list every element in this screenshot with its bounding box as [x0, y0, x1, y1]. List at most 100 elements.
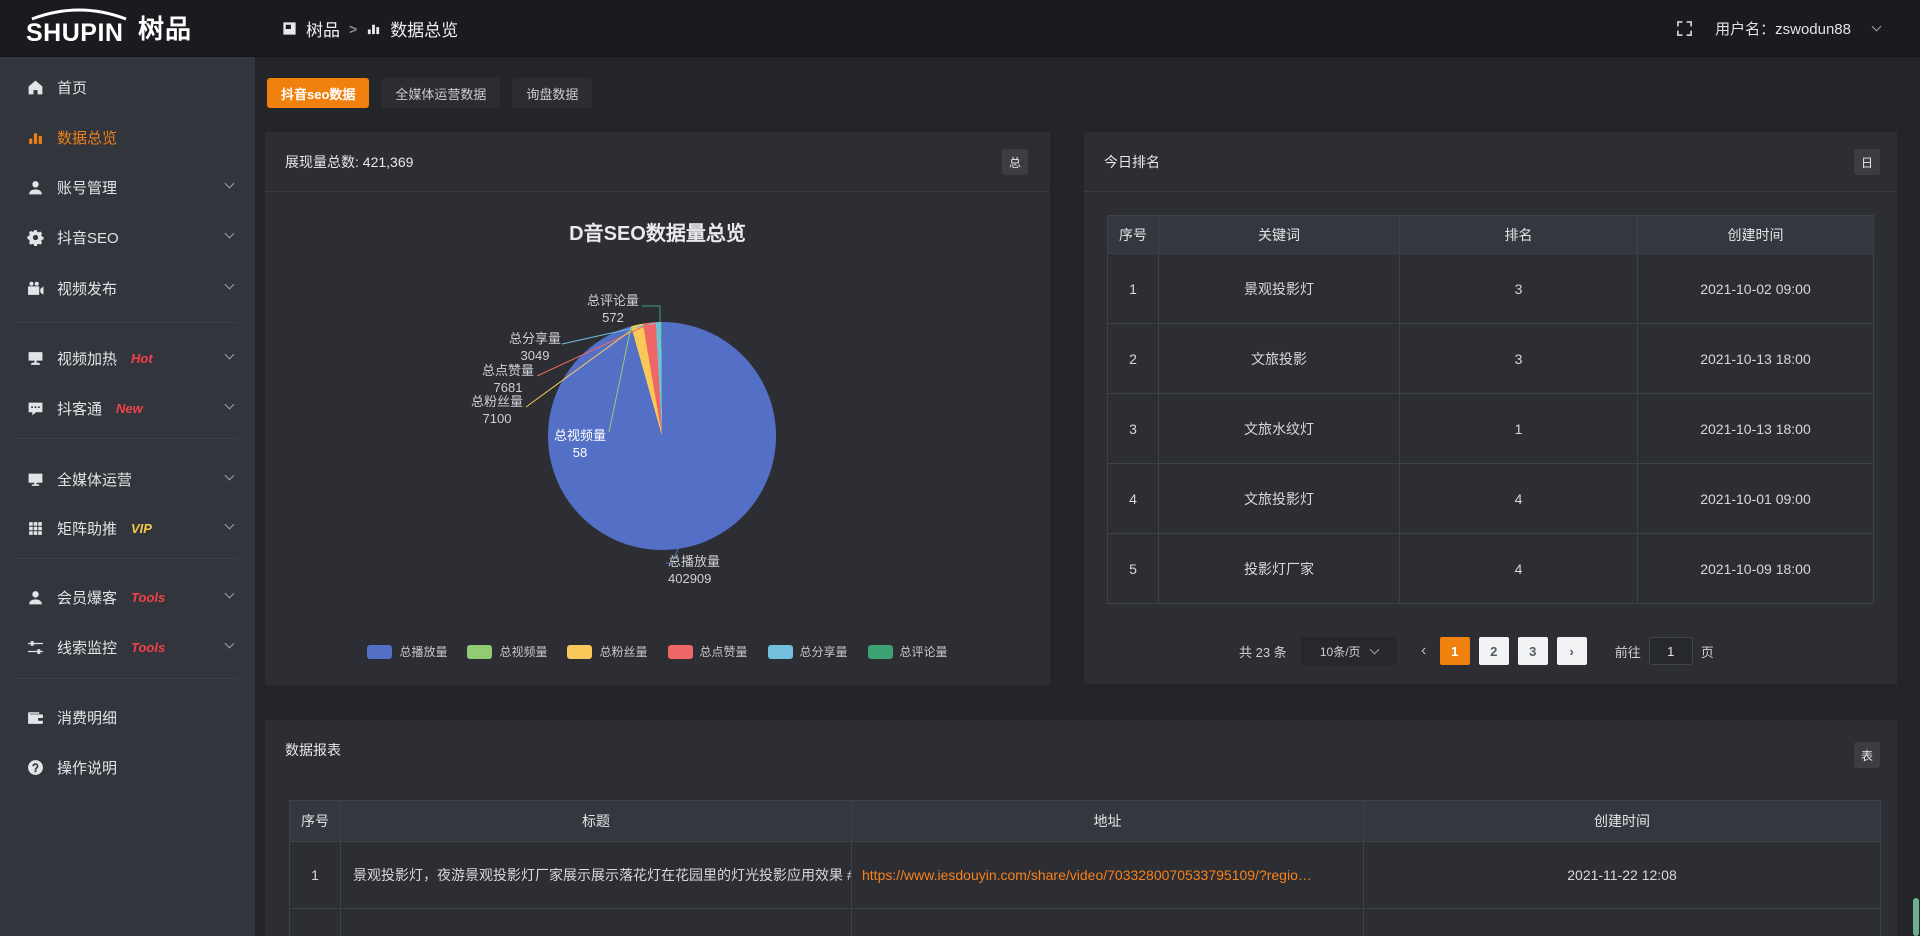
app-logo[interactable]: SHUPIN 树品 [25, 8, 192, 46]
prev-page-button[interactable]: ‹ [1417, 642, 1431, 660]
gear-icon [27, 229, 44, 246]
legend-item-videos[interactable]: 总视频量 [467, 643, 547, 660]
legend-swatch [668, 645, 693, 659]
breadcrumb-app-icon [282, 21, 297, 36]
logo-brand-text: SHUPIN [26, 19, 123, 46]
tab-douyin-seo-data[interactable]: 抖音seo数据 [267, 78, 369, 108]
chevron-down-icon [225, 179, 235, 189]
topbar: SHUPIN 树品 树品 > 数据总览 用户名：zswodun88 [0, 0, 1920, 57]
logo-suffix: 树品 [138, 12, 192, 46]
page-scrollbar-thumb[interactable] [1913, 898, 1919, 936]
tools-badge: Tools [131, 640, 165, 655]
table-row[interactable]: 5投影灯厂家 42021-10-09 18:00 [1108, 534, 1874, 604]
sidebar-item-label: 线索监控 [57, 637, 117, 658]
breadcrumb-chart-icon [366, 21, 381, 36]
chevron-down-icon [225, 639, 235, 649]
col-title: 标题 [341, 801, 852, 842]
sidebar-item-label: 视频加热 [57, 348, 117, 369]
fullscreen-icon[interactable] [1676, 20, 1693, 37]
sidebar-item-data-overview[interactable]: 数据总览 [0, 117, 255, 157]
sidebar-item-doukentong[interactable]: 抖客通 New [0, 388, 255, 428]
legend-swatch [467, 645, 492, 659]
tab-media-operation-data[interactable]: 全媒体运营数据 [381, 78, 500, 108]
sidebar-item-member-burst[interactable]: 会员爆客 Tools [0, 577, 255, 617]
table-row[interactable]: 1 景观投影灯，夜游景观投影灯厂家展示展示落花灯在花园里的灯光投影应用效果 # … [290, 842, 1881, 909]
report-video-link[interactable]: https://www.iesdouyin.com/share/video/70… [852, 842, 1364, 909]
table-row-partial[interactable] [290, 909, 1881, 936]
sidebar-item-matrix-boost[interactable]: 矩阵助推 VIP [0, 508, 255, 548]
col-seq: 序号 [290, 801, 341, 842]
monitor-icon [27, 471, 44, 488]
legend-label: 总分享量 [800, 643, 848, 660]
legend-item-fans[interactable]: 总粉丝量 [567, 643, 647, 660]
sidebar-item-consumption-detail[interactable]: 消费明细 [0, 697, 255, 737]
tools-badge: Tools [131, 590, 165, 605]
sidebar-item-label: 账号管理 [57, 177, 117, 198]
sidebar-item-instructions[interactable]: 操作说明 [0, 747, 255, 787]
legend-label: 总评论量 [900, 643, 948, 660]
sidebar-item-account[interactable]: 账号管理 [0, 167, 255, 207]
legend-item-comments[interactable]: 总评论量 [868, 643, 948, 660]
col-keyword: 关键词 [1159, 216, 1400, 254]
data-report-panel: 数据报表 表 序号 标题 地址 创建时间 1 景观投影灯，夜游景观投影灯厂家展示… [265, 720, 1897, 936]
chevron-down-icon [225, 229, 235, 239]
username-label[interactable]: 用户名：zswodun88 [1715, 18, 1851, 39]
ranking-table-header-row: 序号 关键词 排名 创建时间 [1108, 216, 1874, 254]
legend-swatch [768, 645, 793, 659]
logo-brand-icon: SHUPIN [25, 8, 133, 46]
sidebar-item-video-publish[interactable]: 视频发布 [0, 268, 255, 308]
page-size-value: 10条/页 [1320, 643, 1361, 660]
impressions-total-label: 展现量总数: 421,369 [285, 132, 413, 192]
home-icon [27, 79, 44, 96]
breadcrumb-item-root[interactable]: 树品 [306, 16, 340, 41]
breadcrumb-separator: > [349, 21, 357, 37]
report-panel-header: 数据报表 表 [265, 720, 1897, 780]
legend-label: 总粉丝量 [599, 643, 647, 660]
table-row[interactable]: 4文旅投影灯 42021-10-01 09:00 [1108, 464, 1874, 534]
table-row[interactable]: 1景观投影灯 32021-10-02 09:00 [1108, 254, 1874, 324]
tab-inquiry-data[interactable]: 询盘数据 [512, 78, 592, 108]
pagination-total: 共 23 条 [1239, 642, 1287, 661]
day-badge-button[interactable]: 日 [1854, 149, 1880, 175]
table-row[interactable]: 2文旅投影 32021-10-13 18:00 [1108, 324, 1874, 394]
sidebar-divider [18, 322, 237, 323]
question-circle-icon [27, 759, 44, 776]
user-chevron-down-icon[interactable] [1872, 22, 1882, 32]
breadcrumb-item-current[interactable]: 数据总览 [390, 16, 458, 41]
table-badge-button[interactable]: 表 [1854, 742, 1880, 768]
page-button-1[interactable]: 1 [1440, 637, 1470, 665]
report-table-header-row: 序号 标题 地址 创建时间 [290, 801, 1881, 842]
legend-label: 总视频量 [499, 643, 547, 660]
sidebar-item-label: 会员爆客 [57, 587, 117, 608]
sidebar-item-label: 抖音SEO [57, 227, 119, 248]
legend-label: 总播放量 [399, 643, 447, 660]
chevron-down-icon [225, 350, 235, 360]
legend-swatch [567, 645, 592, 659]
chevron-down-icon [225, 520, 235, 530]
wallet-icon [27, 709, 44, 726]
sidebar-item-video-heat[interactable]: 视频加热 Hot [0, 338, 255, 378]
person-icon [27, 589, 44, 606]
legend-item-shares[interactable]: 总分享量 [768, 643, 848, 660]
goto-page-input[interactable] [1649, 637, 1693, 665]
ranking-panel-header: 今日排名 日 [1084, 132, 1897, 192]
sidebar-item-clue-monitor[interactable]: 线索监控 Tools [0, 627, 255, 667]
sidebar-item-label: 操作说明 [57, 757, 117, 778]
table-row[interactable]: 3文旅水纹灯 12021-10-13 18:00 [1108, 394, 1874, 464]
next-page-button[interactable]: › [1557, 637, 1587, 665]
legend-item-likes[interactable]: 总点赞量 [668, 643, 748, 660]
sidebar-item-label: 首页 [57, 77, 87, 98]
goto-label: 前往 [1615, 642, 1641, 661]
chart-panel-header: 展现量总数: 421,369 总 [265, 132, 1050, 192]
page-button-3[interactable]: 3 [1518, 637, 1548, 665]
page-size-select[interactable]: 10条/页 [1301, 637, 1397, 665]
sidebar-item-home[interactable]: 首页 [0, 67, 255, 107]
col-time: 创建时间 [1638, 216, 1874, 254]
page-button-2[interactable]: 2 [1479, 637, 1509, 665]
legend-item-plays[interactable]: 总播放量 [367, 643, 447, 660]
total-badge-button[interactable]: 总 [1002, 149, 1028, 175]
sidebar-item-media-operation[interactable]: 全媒体运营 [0, 459, 255, 499]
data-source-tabs: 抖音seo数据 全媒体运营数据 询盘数据 [267, 78, 592, 108]
report-title: 景观投影灯，夜游景观投影灯厂家展示展示落花灯在花园里的灯光投影应用效果 # [341, 842, 852, 909]
sidebar-item-douyin-seo[interactable]: 抖音SEO [0, 217, 255, 257]
